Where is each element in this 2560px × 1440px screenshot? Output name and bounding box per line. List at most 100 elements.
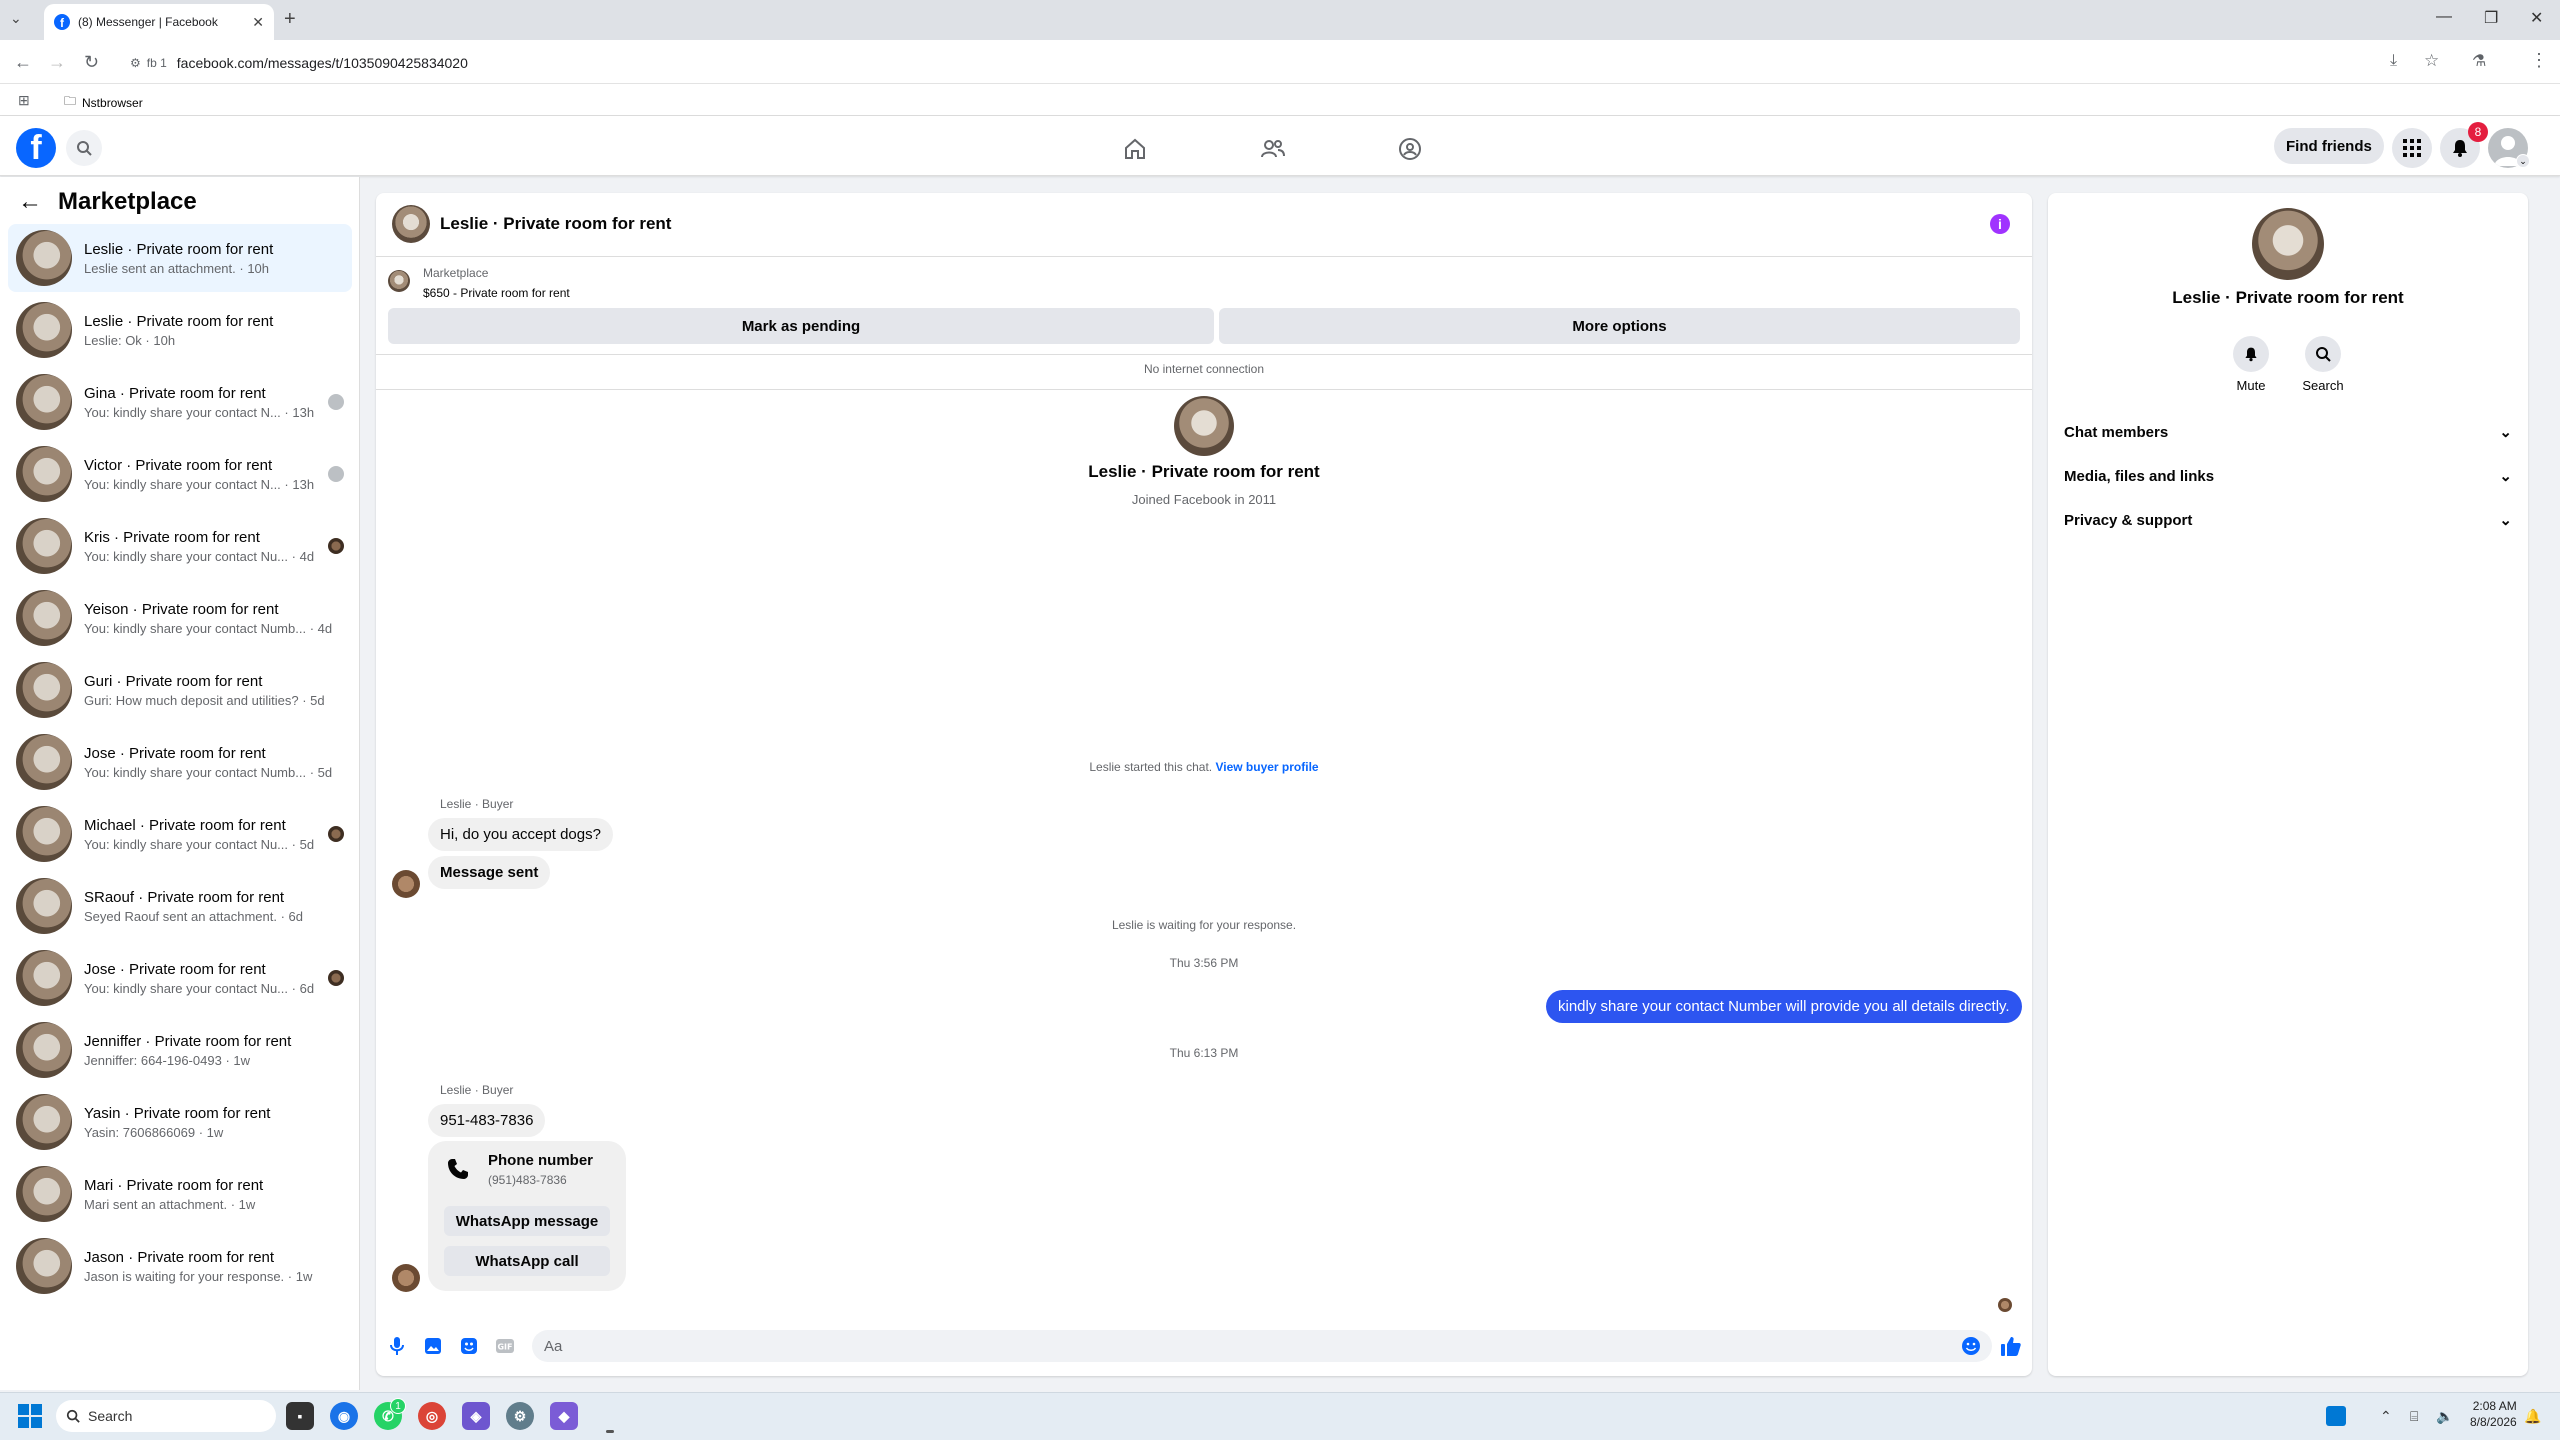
back-arrow-icon[interactable]: ← xyxy=(18,188,42,216)
conversation-item[interactable]: Michael · Private room for rent You: kind… xyxy=(8,800,352,868)
extensions-icon[interactable]: ⚗ xyxy=(2472,51,2486,71)
details-avatar[interactable] xyxy=(2252,208,2324,280)
privacy-support-section[interactable]: Privacy & support ⌄ xyxy=(2064,500,2512,540)
conversation-item[interactable]: Yeison · Private room for rent You: kindl… xyxy=(8,584,352,652)
marketplace-label: Marketplace xyxy=(423,266,489,280)
view-buyer-profile-link[interactable]: View buyer profile xyxy=(1215,760,1318,774)
volume-icon[interactable]: 🔈 xyxy=(2436,1408,2453,1425)
mark-as-pending-button[interactable]: Mark as pending xyxy=(388,308,1214,344)
emoji-icon[interactable] xyxy=(1960,1335,1982,1357)
thumbs-up-icon[interactable] xyxy=(2000,1335,2022,1357)
install-app-icon[interactable]: ⤓ xyxy=(2390,52,2397,70)
browser-menu-icon[interactable]: ⋮ xyxy=(2530,50,2548,71)
site-info-chip[interactable]: ⚙ fb 1 xyxy=(124,56,177,70)
forward-icon[interactable]: → xyxy=(48,52,66,73)
sender-avatar[interactable] xyxy=(392,870,420,898)
task-view-icon[interactable]: ▪ xyxy=(286,1402,314,1430)
more-options-button[interactable]: More options xyxy=(1219,308,2020,344)
attach-photo-icon[interactable] xyxy=(422,1335,444,1357)
conversation-item[interactable]: Yasin · Private room for rent Yasin: 7606… xyxy=(8,1088,352,1156)
friends-icon[interactable] xyxy=(1257,133,1289,165)
browser-tab[interactable]: f (8) Messenger | Facebook ✕ xyxy=(44,4,274,40)
conversation-item[interactable]: SRaouf · Private room for rent Seyed Raou… xyxy=(8,872,352,940)
widgets-icon[interactable] xyxy=(2326,1406,2346,1426)
new-tab-icon[interactable]: + xyxy=(284,8,296,31)
chrome-app-icon[interactable]: ◉ xyxy=(330,1402,358,1430)
conversation-preview: Mari sent an attachment. xyxy=(84,1196,228,1212)
tab-search-icon[interactable]: ⌄ xyxy=(10,10,22,27)
outgoing-message[interactable]: kindly share your contact Number will pr… xyxy=(1546,990,2022,1023)
conversation-avatar xyxy=(16,1022,72,1078)
nstbrowser-app-icon[interactable]: ◆ xyxy=(550,1402,578,1430)
reload-icon[interactable]: ↻ xyxy=(84,52,99,73)
clock-date: 8/8/2026 xyxy=(2470,1415,2517,1429)
tab-close-icon[interactable]: ✕ xyxy=(252,14,264,31)
conversation-item[interactable]: Jenniffer · Private room for rent Jenniff… xyxy=(8,1016,352,1084)
profile-avatar[interactable] xyxy=(1174,396,1234,456)
incoming-message[interactable]: Message sent xyxy=(428,856,551,889)
menu-grid-icon[interactable] xyxy=(2392,128,2432,168)
conversation-item[interactable]: Gina · Private room for rent You: kindly … xyxy=(8,368,352,436)
seen-avatar-icon xyxy=(328,538,344,554)
conversation-item[interactable]: Victor · Private room for rent You: kindl… xyxy=(8,440,352,508)
conversation-item[interactable]: Mari · Private room for rent Mari sent an… xyxy=(8,1160,352,1228)
conversation-preview: Seyed Raouf sent an attachment. xyxy=(84,908,277,924)
system-clock[interactable]: 2:08 AM 8/8/2026 xyxy=(2470,1398,2517,1430)
listing-thumbnail[interactable] xyxy=(388,270,410,292)
notification-center-icon[interactable]: 🔔 xyxy=(2524,1408,2541,1425)
sticker-icon[interactable] xyxy=(458,1335,480,1357)
gif-icon[interactable]: GIF xyxy=(494,1335,516,1357)
mute-bell-icon xyxy=(2233,336,2269,372)
back-icon[interactable]: ← xyxy=(14,52,32,73)
listing-price-title[interactable]: $650 - Private room for rent xyxy=(423,286,570,300)
mute-button[interactable]: Mute xyxy=(2221,336,2281,393)
conversation-item[interactable]: Kris · Private room for rent You: kindly … xyxy=(8,512,352,580)
sender-avatar[interactable] xyxy=(392,1264,420,1292)
groups-icon[interactable] xyxy=(1394,133,1426,165)
whatsapp-message-button[interactable]: WhatsApp message xyxy=(444,1206,610,1236)
facebook-logo-icon[interactable]: f xyxy=(16,128,56,168)
conversation-item[interactable]: Jason · Private room for rent Jason is wa… xyxy=(8,1232,352,1300)
minimize-icon[interactable]: — xyxy=(2436,8,2452,26)
tray-overflow-icon[interactable]: ⌃ xyxy=(2380,1408,2392,1425)
whatsapp-call-button[interactable]: WhatsApp call xyxy=(444,1246,610,1276)
restore-icon[interactable]: ❐ xyxy=(2484,8,2498,28)
search-icon xyxy=(2305,336,2341,372)
browser-app-icon[interactable]: ◎ xyxy=(418,1402,446,1430)
incoming-message[interactable]: 951-483-7836 xyxy=(428,1104,546,1137)
voice-clip-icon[interactable] xyxy=(386,1335,408,1357)
taskbar-search[interactable]: Search xyxy=(56,1400,276,1432)
conversation-avatar xyxy=(16,1166,72,1222)
account-chevron-icon[interactable]: ⌄ xyxy=(2516,154,2530,168)
windows-start-icon[interactable] xyxy=(18,1404,42,1428)
conversation-item[interactable]: Leslie · Private room for rent Leslie sen… xyxy=(8,224,352,292)
incoming-message[interactable]: Hi, do you accept dogs? xyxy=(428,818,613,851)
bookmark-star-icon[interactable]: ☆ xyxy=(2424,51,2439,71)
message-input[interactable]: Aa xyxy=(532,1330,1992,1362)
window-close-icon[interactable]: ✕ xyxy=(2530,8,2543,28)
find-friends-button[interactable]: Find friends xyxy=(2274,128,2384,164)
media-files-links-section[interactable]: Media, files and links ⌄ xyxy=(2064,456,2512,496)
chat-title[interactable]: Leslie · Private room for rent xyxy=(440,214,671,234)
chat-members-section[interactable]: Chat members ⌄ xyxy=(2064,412,2512,452)
conversation-info-icon[interactable]: i xyxy=(1990,214,2010,234)
conversation-avatar xyxy=(16,950,72,1006)
conversation-item[interactable]: Leslie · Private room for rent Leslie: Ok… xyxy=(8,296,352,364)
network-icon[interactable]: ⌸ xyxy=(2410,1408,2418,1425)
bookmark-folder[interactable]: 🗀 Nstbrowser xyxy=(64,92,143,113)
chat-header-avatar[interactable] xyxy=(392,205,430,243)
settings-app-icon[interactable]: ⚙ xyxy=(506,1402,534,1430)
address-bar[interactable]: ⚙ fb 1 facebook.com/messages/t/1035090425… xyxy=(124,48,2444,78)
search-in-conversation-button[interactable]: Search xyxy=(2293,336,2353,393)
conversation-item[interactable]: Jose · Private room for rent You: kindly … xyxy=(8,728,352,796)
search-label: Search xyxy=(2302,378,2344,393)
chat-app-icon[interactable]: ◈ xyxy=(462,1402,490,1430)
connection-status: No internet connection xyxy=(1143,362,1265,376)
conversation-item[interactable]: Guri · Private room for rent Guri: How mu… xyxy=(8,656,352,724)
apps-grid-icon[interactable]: ⊞ xyxy=(18,92,30,109)
facebook-search-icon[interactable] xyxy=(66,130,102,166)
conversation-item[interactable]: Jose · Private room for rent You: kindly … xyxy=(8,944,352,1012)
home-icon[interactable] xyxy=(1119,133,1151,165)
phone-card-title: Phone number xyxy=(488,1152,594,1169)
conversation-preview: You: kindly share your contact Nu... xyxy=(84,836,289,852)
